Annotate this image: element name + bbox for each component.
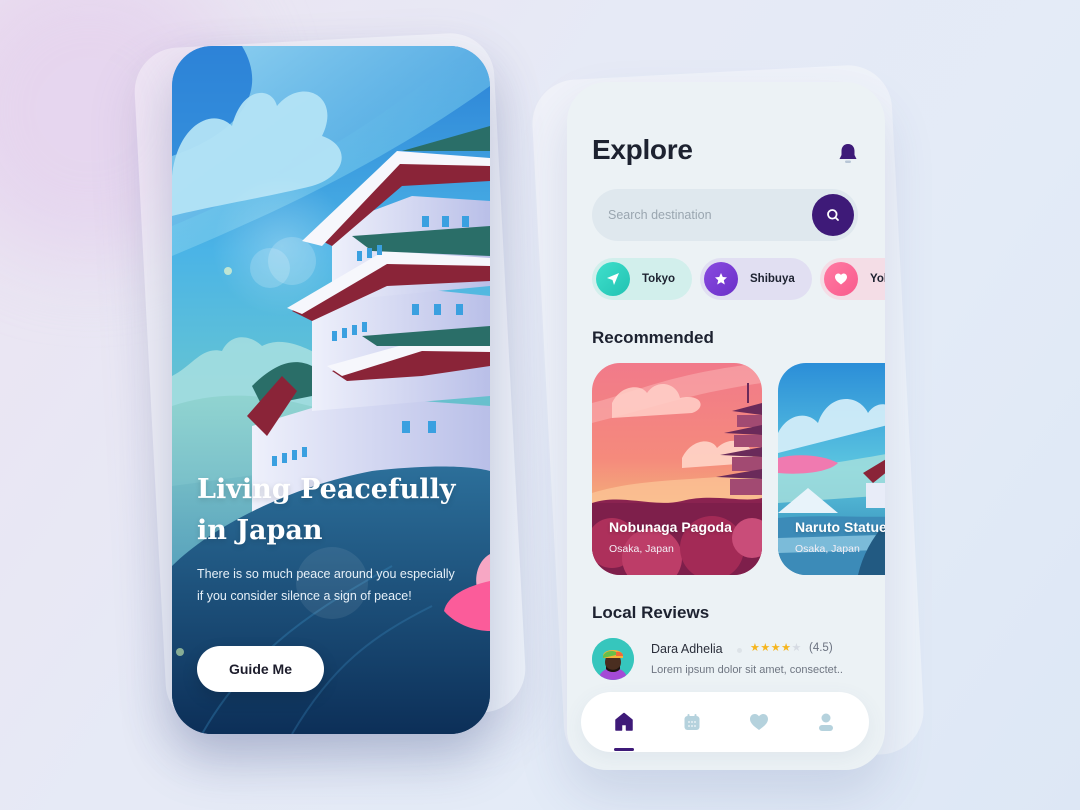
category-chip-yokohama[interactable]: Yokohama xyxy=(820,258,885,300)
onboarding-screen: Living Peacefully in Japan There is so m… xyxy=(172,46,490,734)
explore-screen: Explore Tokyo xyxy=(567,82,885,770)
review-item[interactable]: Dara Adhelia ★★★★★ (4.5) Lorem ipsum dol… xyxy=(592,638,885,682)
active-tab-indicator xyxy=(614,748,634,751)
recommended-card-naruto-statue[interactable]: Naruto Statue Osaka, Japan xyxy=(778,363,885,575)
hero-title-line-1: Living Peacefully xyxy=(197,474,456,505)
heart-icon xyxy=(750,714,768,730)
notification-button[interactable] xyxy=(837,142,859,166)
heart-icon xyxy=(835,273,847,285)
search-bar xyxy=(592,189,858,241)
hero-description: There is so much peace around you especi… xyxy=(197,567,455,603)
destination-name: Nobunaga Pagoda xyxy=(609,519,732,535)
rating-value: (4.5) xyxy=(809,642,833,654)
separator-dot xyxy=(737,648,742,653)
nav-profile[interactable] xyxy=(814,710,838,734)
calendar-icon xyxy=(684,714,700,730)
page-title: Explore xyxy=(592,134,693,165)
destination-name: Naruto Statue xyxy=(795,519,885,535)
star-icon xyxy=(715,273,727,285)
category-chip-shibuya[interactable]: Shibuya xyxy=(700,258,812,300)
reviewer-avatar-illustration xyxy=(592,638,634,680)
destination-location: Osaka, Japan xyxy=(609,543,674,555)
user-icon xyxy=(819,713,833,731)
hero-title: Living Peacefully in Japan xyxy=(197,469,477,551)
home-icon xyxy=(615,712,633,731)
bottom-navigation xyxy=(581,692,869,752)
star-icon: ★ xyxy=(770,642,782,654)
destination-location: Osaka, Japan xyxy=(795,543,860,555)
star-icon: ★ xyxy=(781,642,792,654)
local-reviews-heading: Local Reviews xyxy=(592,603,710,622)
recommended-heading: Recommended xyxy=(592,328,714,347)
star-icon: ★ xyxy=(760,642,771,654)
category-chip-label: Yokohama xyxy=(870,273,885,285)
castle-illustration xyxy=(172,46,490,734)
hero-title-line-2: in Japan xyxy=(197,515,323,546)
star-icon: ★ xyxy=(750,642,761,654)
search-input[interactable] xyxy=(608,189,798,241)
review-text: Lorem ipsum dolor sit amet, consectet.. xyxy=(651,664,843,676)
nav-calendar[interactable] xyxy=(680,710,704,734)
paper-plane-icon xyxy=(607,273,619,285)
category-chip-label: Shibuya xyxy=(750,273,795,285)
star-empty-icon: ★ xyxy=(791,642,802,654)
reviewer-name: Dara Adhelia xyxy=(651,642,723,656)
recommended-card-nobunaga-pagoda[interactable]: Nobunaga Pagoda Osaka, Japan xyxy=(592,363,762,575)
avatar xyxy=(592,638,634,680)
search-icon xyxy=(827,209,839,221)
nav-favorites[interactable] xyxy=(747,710,771,734)
search-button[interactable] xyxy=(812,194,854,236)
category-chip-tokyo[interactable]: Tokyo xyxy=(592,258,692,300)
bell-icon xyxy=(839,144,857,163)
nav-home[interactable] xyxy=(612,710,636,734)
category-chip-label: Tokyo xyxy=(642,273,676,285)
star-rating: ★★★★★ xyxy=(750,641,802,654)
guide-me-button[interactable]: Guide Me xyxy=(197,646,324,692)
